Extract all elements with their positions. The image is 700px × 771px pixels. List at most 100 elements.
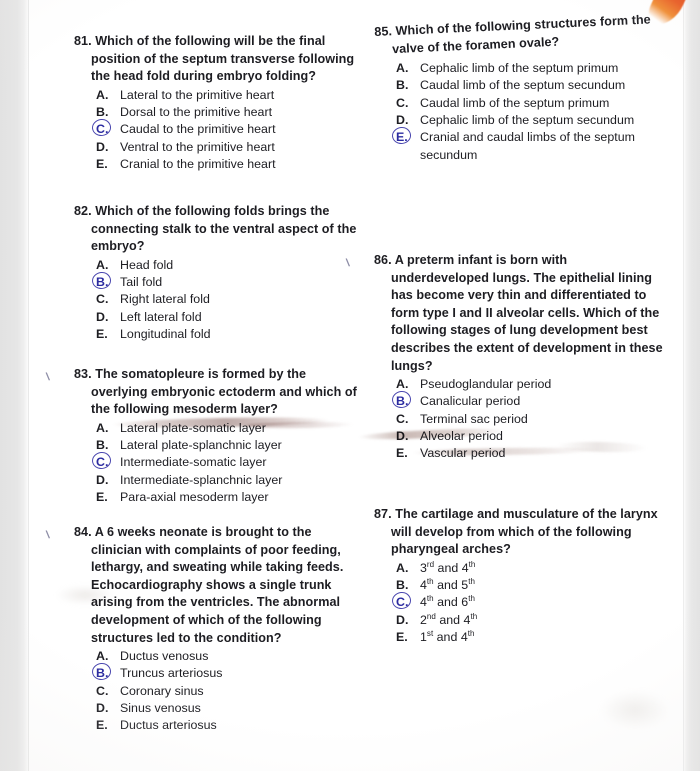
option-e-selected[interactable]: E. Cranial and caudal limbs of the septum…	[396, 129, 664, 164]
pencil-tick-icon: \	[45, 529, 51, 542]
option-c[interactable]: C. Right lateral fold	[96, 291, 364, 308]
option-letter: D.	[396, 612, 409, 627]
option-letter: D.	[96, 701, 109, 716]
option-d[interactable]: D. Left lateral fold	[96, 309, 364, 326]
option-letter: E.	[96, 326, 108, 341]
option-d[interactable]: D. Alveolar period	[396, 428, 664, 445]
option-b-selected[interactable]: B. Canalicular period	[396, 393, 664, 410]
question-stem: 81. Which of the following will be the f…	[74, 33, 364, 86]
selected-answer-circle-icon: E.	[396, 129, 412, 146]
option-letter: A.	[396, 560, 409, 575]
option-letter: C.	[396, 95, 409, 110]
option-text: Alveolar period	[420, 429, 503, 444]
option-text: Head fold	[120, 257, 174, 272]
option-text: Terminal sac period	[420, 411, 528, 426]
option-text: Tail fold	[120, 275, 163, 290]
question-number: 82.	[74, 204, 92, 218]
question-87: 87. The cartilage and musculature of the…	[374, 506, 664, 646]
question-stem: 87. The cartilage and musculature of the…	[374, 506, 664, 559]
option-e[interactable]: E. Vascular period	[396, 445, 664, 462]
option-d[interactable]: D. Intermediate-splanchnic layer	[96, 472, 364, 489]
option-list: A. Ductus venosus B. Truncus arteriosus C. Co…	[74, 648, 364, 734]
option-text: Cephalic limb of the septum primum	[420, 61, 619, 76]
question-number: 85.	[374, 24, 393, 39]
option-text: Sinus venosus	[120, 701, 201, 716]
option-a[interactable]: A. Head fold	[96, 257, 364, 274]
option-letter: A.	[396, 61, 409, 76]
question-83: \ 83. The somatopleure is formed by the o…	[45, 366, 364, 506]
question-text: The somatopleure is formed by the overly…	[91, 367, 357, 417]
question-number: 81.	[74, 34, 92, 48]
question-85: 85. Which of the following structures fo…	[374, 12, 664, 164]
selected-answer-circle-icon: B.	[96, 665, 112, 682]
option-text: Lateral plate-splanchnic layer	[120, 438, 282, 453]
question-number: 87.	[374, 507, 392, 521]
question-number: 83.	[74, 367, 92, 381]
option-c-selected[interactable]: C. 4th and 6th	[396, 594, 664, 611]
option-a[interactable]: A. Cephalic limb of the septum primum	[396, 60, 664, 77]
option-letter: D.	[96, 472, 109, 487]
pencil-tick-icon: \	[45, 371, 51, 384]
option-text: 2nd and 4th	[420, 611, 478, 627]
option-e[interactable]: E. Longitudinal fold	[96, 326, 364, 343]
option-e[interactable]: E. 1st and 4th	[396, 629, 664, 646]
option-text: Caudal to the primitive heart	[120, 122, 276, 137]
option-letter: D.	[96, 309, 109, 324]
question-text: The cartilage and musculature of the lar…	[391, 507, 658, 557]
option-text: Canalicular period	[420, 394, 521, 409]
option-b[interactable]: B. Lateral plate-splanchnic layer	[96, 437, 364, 454]
option-letter: B.	[396, 78, 409, 93]
option-text: Ductus arteriosus	[120, 718, 217, 733]
option-list: A. Lateral plate-somatic layer B. Lateral p…	[74, 420, 364, 506]
option-letter: A.	[96, 420, 109, 435]
option-letter: A.	[96, 257, 109, 272]
option-text: Caudal limb of the septum secundum	[420, 78, 626, 93]
option-a[interactable]: A. 3rd and 4th	[396, 560, 664, 577]
question-number: 84.	[74, 525, 92, 539]
question-text: Which of the following folds brings the …	[91, 204, 357, 254]
option-letter: C.	[396, 411, 409, 426]
option-a[interactable]: A. Ductus venosus	[96, 648, 364, 665]
option-c-selected[interactable]: C. Intermediate-somatic layer	[96, 454, 364, 471]
option-text: Cranial and caudal limbs of the septum s…	[420, 130, 635, 162]
selected-answer-circle-icon: C.	[96, 454, 112, 471]
option-c[interactable]: C. Coronary sinus	[96, 683, 364, 700]
question-text: Which of the following will be the final…	[91, 34, 355, 84]
option-b[interactable]: B. 4th and 5th	[396, 577, 664, 594]
option-a[interactable]: A. Lateral to the primitive heart	[96, 87, 364, 104]
option-letter: E.	[96, 156, 108, 171]
option-text: Pseudoglandular period	[420, 377, 552, 392]
option-text: Coronary sinus	[120, 683, 204, 698]
option-e[interactable]: E. Cranial to the primitive heart	[96, 156, 364, 173]
option-b[interactable]: B. Caudal limb of the septum secundum	[396, 77, 664, 94]
option-letter: D.	[396, 113, 409, 128]
scanned-exam-page: 81. Which of the following will be the f…	[0, 0, 700, 771]
option-list: A. 3rd and 4th B. 4th and 5th C. 4th and 6th D…	[374, 560, 664, 646]
selected-answer-circle-icon: C.	[96, 121, 112, 138]
option-letter: B.	[396, 578, 409, 593]
option-a[interactable]: A. Lateral plate-somatic layer	[96, 420, 364, 437]
option-list: A. Cephalic limb of the septum primum B. Ca…	[374, 60, 664, 164]
option-b[interactable]: B. Dorsal to the primitive heart	[96, 104, 364, 121]
question-82: 82. Which of the following folds brings …	[74, 203, 364, 343]
option-letter: E.	[396, 629, 408, 644]
option-letter: C.	[96, 292, 109, 307]
option-text: Right lateral fold	[120, 292, 210, 307]
question-stem: \ 83. The somatopleure is formed by the o…	[45, 366, 364, 419]
option-d[interactable]: D. 2nd and 4th	[396, 612, 664, 629]
selected-answer-circle-icon: B.	[396, 393, 412, 410]
question-81: 81. Which of the following will be the f…	[74, 33, 364, 173]
option-d[interactable]: D. Cephalic limb of the septum secundum	[396, 112, 664, 129]
option-letter: E.	[396, 446, 408, 461]
option-b-selected[interactable]: B. Tail fold	[96, 274, 364, 291]
option-d[interactable]: D. Ventral to the primitive heart	[96, 139, 364, 156]
option-b-selected[interactable]: B. Truncus arteriosus	[96, 665, 364, 682]
option-list: A. Head fold B. Tail fold C. Right lateral fo…	[74, 257, 364, 343]
option-a[interactable]: A. Pseudoglandular period	[396, 376, 664, 393]
option-c[interactable]: C. Caudal limb of the septum primum	[396, 95, 664, 112]
option-e[interactable]: E. Ductus arteriosus	[96, 717, 364, 734]
option-c[interactable]: C. Terminal sac period	[396, 411, 664, 428]
option-d[interactable]: D. Sinus venosus	[96, 700, 364, 717]
option-e[interactable]: E. Para-axial mesoderm layer	[96, 489, 364, 506]
option-c-selected[interactable]: C. Caudal to the primitive heart	[96, 121, 364, 138]
